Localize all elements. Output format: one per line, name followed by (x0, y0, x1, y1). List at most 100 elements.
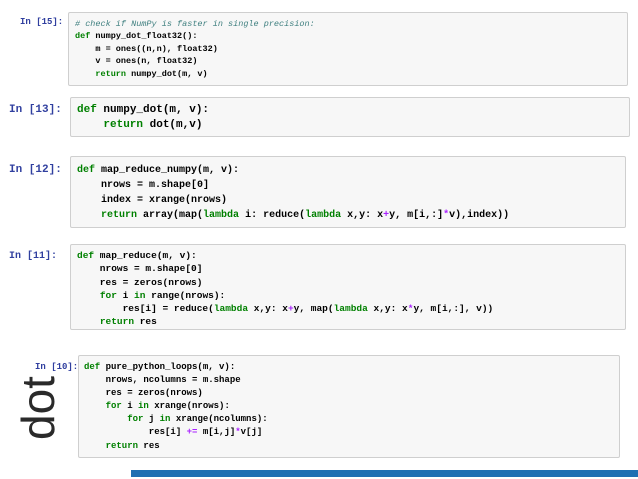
cell-12-editor[interactable]: def map_reduce_numpy(m, v): nrows = m.sh… (70, 156, 626, 228)
code-token-kw: return (99, 316, 135, 328)
code-token: y, m[i,:] (389, 210, 444, 221)
code-token-kw: lambda (333, 303, 368, 315)
code-token: nrows = m.shape[0] (77, 180, 210, 191)
cell-15-prompt: In [15]: (20, 17, 64, 27)
code-token: res[i] = reduce( (77, 303, 214, 315)
code-token: res[i] (84, 427, 187, 438)
code-line: def numpy_dot_float32(): (75, 31, 197, 41)
code-line: res[i] = reduce(lambda x,y: x+y, map(lam… (77, 303, 494, 315)
code-line: nrows, ncolumns = m.shape (84, 375, 241, 385)
code-token: map_reduce(m, v): (94, 250, 197, 261)
code-token: y, map( (293, 303, 334, 315)
code-token-kw: return (95, 68, 127, 79)
code-token: m[i,j] (197, 427, 236, 438)
cell-10-editor[interactable]: def pure_python_loops(m, v): nrows, ncol… (78, 355, 620, 458)
code-token-kw: def (77, 104, 97, 116)
code-token-kw: return (103, 119, 144, 131)
code-line: for j in xrange(ncolumns): (84, 414, 268, 425)
cell-11-code: def map_reduce(m, v): nrows = m.shape[0]… (77, 249, 493, 329)
code-line: m = ones((n,n), float32) (75, 43, 218, 54)
cell-11-prompt: In [11]: (9, 251, 58, 262)
code-token-kw: def (77, 250, 95, 261)
code-token: array(map( (137, 210, 204, 221)
code-token: nrows = m.shape[0] (77, 263, 203, 275)
code-token: x,y: x (341, 210, 384, 221)
accent-bar (131, 470, 638, 477)
code-line: return numpy_dot(m, v) (75, 68, 208, 79)
code-line: return res (77, 316, 157, 327)
code-token: x,y: x (367, 303, 408, 315)
cell-15-editor[interactable]: # check if NumPy is faster in single pre… (68, 12, 628, 86)
code-token: v = ones(n, float32) (75, 56, 198, 67)
code-line: def map_reduce_numpy(m, v): (77, 165, 239, 176)
code-token-kw: def (77, 165, 96, 176)
cell-11-editor[interactable]: def map_reduce(m, v): nrows = m.shape[0]… (70, 244, 626, 330)
cell-13-code: def numpy_dot(m, v): return dot(m,v) (77, 103, 209, 133)
code-token-kw: for (99, 289, 117, 301)
code-line: v = ones(n, float32) (75, 56, 197, 66)
code-token: j (143, 414, 160, 425)
code-line: def map_reduce(m, v): (77, 250, 197, 261)
code-token-kw: def (84, 362, 101, 372)
cell-12-prompt: In [12]: (9, 164, 62, 176)
code-token: res = zeros(nrows) (84, 388, 203, 399)
code-line: return array(map(lambda i: reduce(lambda… (77, 210, 509, 221)
code-line: def pure_python_loops(m, v): (84, 362, 235, 372)
code-token-cm: # check if NumPy is faster in single pre… (75, 19, 315, 29)
code-token: i: reduce( (239, 210, 306, 221)
cell-10-code: def pure_python_loops(m, v): nrows, ncol… (84, 361, 268, 453)
slide-side-label: dot (12, 376, 64, 440)
code-token: v),index)) (449, 210, 510, 221)
code-line: return res (84, 441, 160, 451)
code-token: nrows, ncolumns = m.shape (84, 375, 241, 386)
code-line: nrows = m.shape[0] (77, 263, 203, 275)
code-token: x,y: x (248, 303, 288, 315)
code-token: v[j] (240, 427, 263, 438)
code-token-kw: in (134, 289, 146, 301)
code-line: index = xrange(nrows) (77, 195, 227, 206)
code-line: for i in range(nrows): (77, 290, 225, 301)
cell-15-code: # check if NumPy is faster in single pre… (75, 18, 315, 80)
cell-12-code: def map_reduce_numpy(m, v): nrows = m.sh… (77, 163, 509, 223)
code-token: index = xrange(nrows) (77, 195, 228, 206)
cell-13-editor[interactable]: def numpy_dot(m, v): return dot(m,v) (70, 97, 630, 137)
code-token-kw: lambda (203, 210, 240, 221)
code-token: numpy_dot(m, v) (126, 68, 208, 79)
code-token: range(nrows): (145, 289, 226, 301)
code-token-kw: lambda (213, 303, 249, 315)
code-token-kw: in (159, 414, 171, 425)
code-token: y, m[i,:], v)) (413, 303, 494, 315)
cell-13-prompt: In [13]: (9, 104, 62, 116)
code-token-kw: for (105, 401, 122, 412)
code-token-kw: return (105, 440, 139, 451)
code-token: xrange(ncolumns): (170, 414, 268, 425)
code-line: res[i] += m[i,j]*v[j] (84, 427, 262, 437)
code-token: map_reduce_numpy(m, v): (95, 165, 240, 176)
code-line: # check if NumPy is faster in single pre… (75, 19, 315, 29)
code-token-kw: def (75, 31, 91, 42)
code-line: return dot(m,v) (77, 119, 202, 131)
code-token: numpy_dot(m, v): (96, 104, 210, 116)
code-line: for i in xrange(nrows): (84, 401, 230, 411)
code-token-kw: in (138, 401, 149, 412)
code-token: res (138, 440, 160, 451)
code-token-op: += (186, 427, 198, 438)
code-line: res = zeros(nrows) (84, 388, 203, 398)
code-token: numpy_dot_float32(): (90, 31, 198, 42)
code-token: dot(m,v) (143, 119, 203, 131)
code-token-kw: for (127, 414, 144, 425)
code-line: def numpy_dot(m, v): (77, 104, 209, 116)
code-token: res (134, 316, 157, 328)
code-token-kw: lambda (305, 210, 342, 221)
code-token: m = ones((n,n), float32) (75, 43, 218, 54)
code-line: nrows = m.shape[0] (77, 180, 209, 191)
code-token: i (121, 401, 139, 412)
code-token-kw: return (101, 210, 138, 221)
